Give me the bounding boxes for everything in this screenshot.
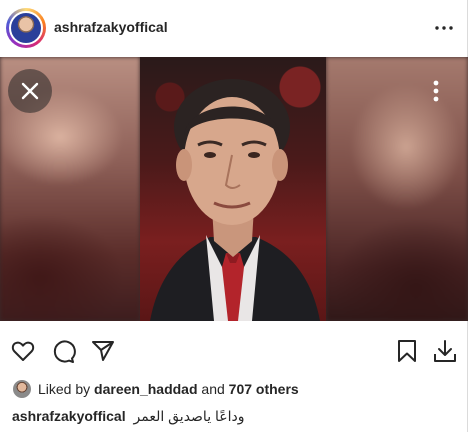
avatar[interactable] [9, 11, 43, 45]
close-icon [21, 82, 39, 100]
likes-and: and [201, 381, 225, 397]
profile-avatar-ring[interactable] [6, 8, 46, 48]
instagram-post: ashrafzakyoffical Liked by dareen_haddad… [0, 0, 468, 432]
liker-username[interactable]: dareen_haddad [94, 381, 197, 397]
post-actions [0, 332, 468, 372]
caption-username[interactable]: ashrafzakyoffical [12, 408, 126, 424]
bookmark-icon[interactable] [394, 338, 420, 364]
close-button[interactable] [8, 69, 52, 113]
download-icon[interactable] [432, 338, 458, 364]
post-media[interactable] [0, 57, 468, 321]
heart-icon[interactable] [10, 338, 36, 364]
more-vertical-icon[interactable] [426, 77, 446, 105]
post-photo [140, 57, 326, 321]
post-caption: ashrafzakyoffical وداعًا ياصديق العمر [12, 408, 244, 425]
liker-avatar[interactable] [12, 379, 32, 399]
likes-summary: Liked by dareen_haddad and 707 others [12, 378, 299, 400]
likes-count[interactable]: 707 others [229, 381, 299, 397]
send-icon[interactable] [90, 338, 116, 364]
more-options-icon[interactable] [432, 16, 456, 40]
post-username[interactable]: ashrafzakyoffical [54, 19, 168, 35]
comment-icon[interactable] [50, 338, 76, 364]
blurred-background-right [326, 57, 468, 321]
likes-prefix: Liked by [38, 381, 91, 397]
post-header: ashrafzakyoffical [0, 0, 468, 56]
caption-text: وداعًا ياصديق العمر [133, 408, 245, 424]
